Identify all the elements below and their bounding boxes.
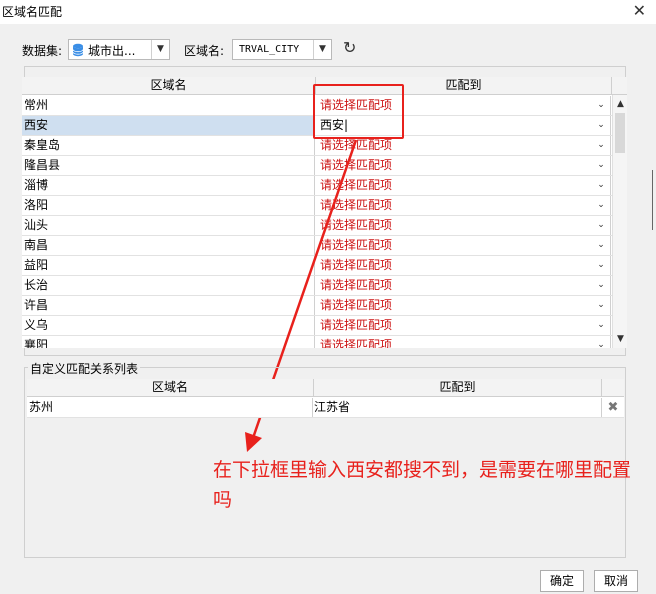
region-name-cell: 襄阳 bbox=[22, 336, 315, 348]
match-placeholder: 请选择匹配项 bbox=[320, 278, 393, 292]
region-label: 区域名: bbox=[184, 44, 225, 58]
custom-mapping-table: 区域名 匹配到 苏州 江苏省 ✖ bbox=[27, 379, 624, 418]
region-name-cell: 汕头 bbox=[22, 216, 315, 235]
table-row[interactable]: 长治 请选择匹配项 ⌄ bbox=[22, 276, 612, 296]
chevron-down-icon[interactable]: ⌄ bbox=[594, 97, 608, 114]
close-icon[interactable]: ✕ bbox=[633, 1, 646, 20]
background-window-edge bbox=[652, 170, 656, 230]
region-name-cell: 许昌 bbox=[22, 296, 315, 315]
table-row[interactable]: 襄阳 请选择匹配项 ⌄ bbox=[22, 336, 612, 348]
dataset-select[interactable]: 城市出... ▼ bbox=[68, 39, 170, 60]
match-placeholder: 请选择匹配项 bbox=[320, 238, 393, 252]
match-select-cell[interactable]: 请选择匹配项 ⌄ bbox=[316, 296, 611, 315]
region-name-cell: 淄博 bbox=[22, 176, 315, 195]
delete-icon[interactable]: ✖ bbox=[605, 400, 621, 416]
column-header-region[interactable]: 区域名 bbox=[22, 77, 316, 95]
region-name-cell: 益阳 bbox=[22, 256, 315, 275]
chevron-down-icon[interactable]: ⌄ bbox=[594, 337, 608, 348]
region-name-cell: 长治 bbox=[22, 276, 315, 295]
table-row[interactable]: 许昌 请选择匹配项 ⌄ bbox=[22, 296, 612, 316]
match-placeholder: 请选择匹配项 bbox=[320, 218, 393, 232]
scroll-down-icon[interactable]: ▼ bbox=[613, 332, 627, 346]
match-cell[interactable]: 江苏省 bbox=[314, 398, 602, 417]
match-select-cell[interactable]: 请选择匹配项 ⌄ bbox=[316, 216, 611, 235]
cancel-button[interactable]: 取消 bbox=[594, 570, 638, 592]
chevron-down-icon[interactable]: ⌄ bbox=[594, 237, 608, 254]
match-select-cell[interactable]: 请选择匹配项 ⌄ bbox=[316, 236, 611, 255]
match-placeholder: 请选择匹配项 bbox=[320, 198, 393, 212]
table-row[interactable]: 隆昌县 请选择匹配项 ⌄ bbox=[22, 156, 612, 176]
match-select-cell[interactable]: 请选择匹配项 ⌄ bbox=[316, 196, 611, 215]
annotation-text: 在下拉框里输入西安都搜不到，是需要在哪里配置吗 bbox=[213, 459, 632, 511]
table-row[interactable]: 秦皇岛 请选择匹配项 ⌄ bbox=[22, 136, 612, 156]
chevron-down-icon[interactable]: ⌄ bbox=[594, 137, 608, 154]
match-placeholder: 请选择匹配项 bbox=[320, 178, 393, 192]
region-name-cell: 苏州 bbox=[27, 398, 313, 417]
table-row[interactable]: 益阳 请选择匹配项 ⌄ bbox=[22, 256, 612, 276]
window-title: 区域名匹配 bbox=[2, 5, 63, 19]
table-row[interactable]: 汕头 请选择匹配项 ⌄ bbox=[22, 216, 612, 236]
chevron-down-icon[interactable]: ⌄ bbox=[594, 277, 608, 294]
column-header-region[interactable]: 区域名 bbox=[27, 379, 314, 397]
chevron-down-icon[interactable]: ⌄ bbox=[594, 117, 608, 134]
match-placeholder: 请选择匹配项 bbox=[320, 298, 393, 312]
match-select-cell[interactable]: 请选择匹配项 ⌄ bbox=[316, 336, 611, 348]
chevron-down-icon[interactable]: ▼ bbox=[151, 40, 169, 59]
table-row[interactable]: 义乌 请选择匹配项 ⌄ bbox=[22, 316, 612, 336]
chevron-down-icon[interactable]: ⌄ bbox=[594, 177, 608, 194]
chevron-down-icon[interactable]: ⌄ bbox=[594, 217, 608, 234]
region-field-select[interactable]: TRVAL_CITY ▼ bbox=[232, 39, 332, 60]
chevron-down-icon[interactable]: ⌄ bbox=[594, 257, 608, 274]
match-select-cell[interactable]: 请选择匹配项 ⌄ bbox=[316, 156, 611, 175]
vertical-scrollbar[interactable]: ▲ ▼ bbox=[612, 95, 627, 348]
match-select-cell[interactable]: 请选择匹配项 ⌄ bbox=[316, 316, 611, 335]
scrollbar-thumb[interactable] bbox=[615, 113, 625, 153]
match-select-cell[interactable]: 请选择匹配项 ⌄ bbox=[316, 256, 611, 275]
region-name-cell: 义乌 bbox=[22, 316, 315, 335]
match-placeholder: 请选择匹配项 bbox=[320, 338, 393, 348]
region-name-cell: 常州 bbox=[22, 96, 315, 115]
annotation-highlight-box bbox=[313, 84, 404, 139]
region-name-cell: 隆昌县 bbox=[22, 156, 315, 175]
region-name-cell: 洛阳 bbox=[22, 196, 315, 215]
region-name-cell: 西安 bbox=[22, 116, 315, 135]
region-field-value: TRVAL_CITY bbox=[239, 44, 300, 55]
database-icon bbox=[72, 43, 84, 57]
region-name-cell: 南昌 bbox=[22, 236, 315, 255]
scroll-up-icon[interactable]: ▲ bbox=[613, 97, 627, 111]
chevron-down-icon[interactable]: ⌄ bbox=[594, 317, 608, 334]
dataset-value: 城市出... bbox=[88, 44, 136, 58]
chevron-down-icon[interactable]: ⌄ bbox=[594, 197, 608, 214]
table-row[interactable]: 南昌 请选择匹配项 ⌄ bbox=[22, 236, 612, 256]
match-placeholder: 请选择匹配项 bbox=[320, 318, 393, 332]
chevron-down-icon[interactable]: ⌄ bbox=[594, 157, 608, 174]
refresh-icon[interactable]: ↻ bbox=[343, 40, 359, 56]
match-placeholder: 请选择匹配项 bbox=[320, 158, 393, 172]
match-select-cell[interactable]: 请选择匹配项 ⌄ bbox=[316, 276, 611, 295]
region-name-cell: 秦皇岛 bbox=[22, 136, 315, 155]
dataset-label: 数据集: bbox=[22, 44, 63, 58]
table-row[interactable]: 苏州 江苏省 ✖ bbox=[27, 398, 624, 418]
table-row[interactable]: 淄博 请选择匹配项 ⌄ bbox=[22, 176, 612, 196]
match-placeholder: 请选择匹配项 bbox=[320, 258, 393, 272]
title-bar: 区域名匹配 ✕ bbox=[0, 0, 656, 24]
chevron-down-icon[interactable]: ▼ bbox=[313, 40, 331, 59]
match-select-cell[interactable]: 请选择匹配项 ⌄ bbox=[316, 176, 611, 195]
chevron-down-icon[interactable]: ⌄ bbox=[594, 297, 608, 314]
ok-button[interactable]: 确定 bbox=[540, 570, 584, 592]
table-header: 区域名 匹配到 bbox=[27, 379, 624, 397]
custom-mapping-label: 自定义匹配关系列表 bbox=[28, 360, 141, 377]
column-header-match[interactable]: 匹配到 bbox=[314, 379, 602, 397]
table-row[interactable]: 洛阳 请选择匹配项 ⌄ bbox=[22, 196, 612, 216]
